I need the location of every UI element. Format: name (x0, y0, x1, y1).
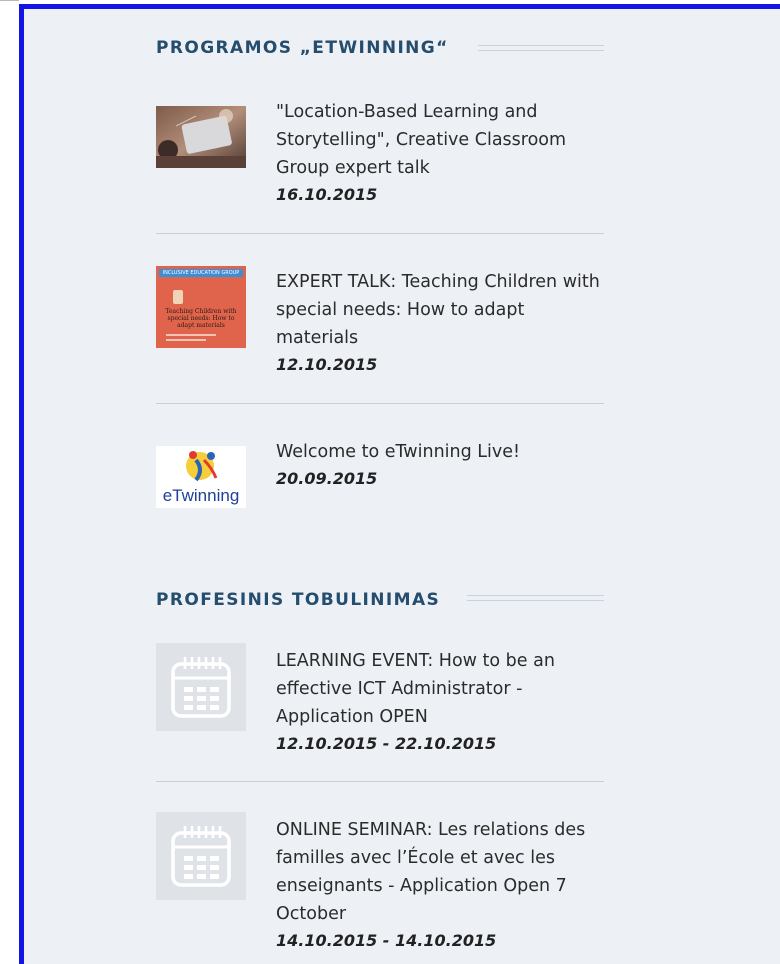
article-thumbnail-poster[interactable]: INCLUSIVE EDUCATION GROUP Teaching Child… (156, 266, 246, 348)
event-thumbnail[interactable] (156, 643, 246, 731)
item-separator (156, 403, 604, 404)
calendar-icon (171, 826, 231, 887)
article-title-link[interactable]: Welcome to eTwinning Live! (276, 442, 520, 462)
poster-header-bar: INCLUSIVE EDUCATION GROUP (159, 269, 243, 277)
article-date: 16.10.2015 (276, 185, 378, 204)
list-item[interactable]: "Location-Based Learning and Storytellin… (156, 100, 606, 210)
event-date-range: 14.10.2015 - 14.10.2015 (276, 931, 497, 950)
title-decoration-rule (478, 45, 604, 51)
article-date: 12.10.2015 (276, 355, 378, 374)
calendar-icon (171, 657, 231, 718)
item-separator (156, 233, 604, 234)
poster-title: Teaching Children with special needs: Ho… (165, 308, 237, 329)
top-hairline (0, 0, 19, 1)
etwinning-logo-text: eTwinning (162, 486, 240, 505)
article-title-link[interactable]: EXPERT TALK: Teaching Children with spec… (276, 272, 600, 348)
section-title-profesinis: PROFESINIS TOBULINIMAS (156, 590, 441, 610)
etwinning-logo-icon (186, 451, 218, 482)
section-title-etwinning: PROGRAMOS „ETWINNING“ (156, 38, 449, 58)
article-thumbnail-photo[interactable] (156, 106, 246, 168)
list-item[interactable]: LEARNING EVENT: How to be an effective I… (156, 643, 606, 759)
title-decoration-rule (467, 595, 604, 601)
list-item[interactable]: eTwinning Welcome to eTwinning Live! 20.… (156, 438, 606, 518)
list-item[interactable]: ONLINE SEMINAR: Les relations des famill… (156, 812, 606, 958)
event-title-link[interactable]: LEARNING EVENT: How to be an effective I… (276, 651, 555, 727)
article-title-link[interactable]: "Location-Based Learning and Storytellin… (276, 102, 566, 178)
photo-thumbnail (156, 106, 246, 168)
list-item[interactable]: INCLUSIVE EDUCATION GROUP Teaching Child… (156, 266, 606, 378)
poster-text-line (166, 339, 206, 341)
poster-portrait (173, 290, 183, 304)
event-title-link[interactable]: ONLINE SEMINAR: Les relations des famill… (276, 820, 585, 924)
event-date-range: 12.10.2015 - 22.10.2015 (276, 734, 497, 753)
event-thumbnail[interactable] (156, 812, 246, 900)
article-thumbnail-logo[interactable]: eTwinning (156, 446, 246, 508)
item-separator (156, 781, 604, 782)
article-date: 20.09.2015 (276, 469, 378, 488)
poster-text-line (166, 334, 216, 336)
